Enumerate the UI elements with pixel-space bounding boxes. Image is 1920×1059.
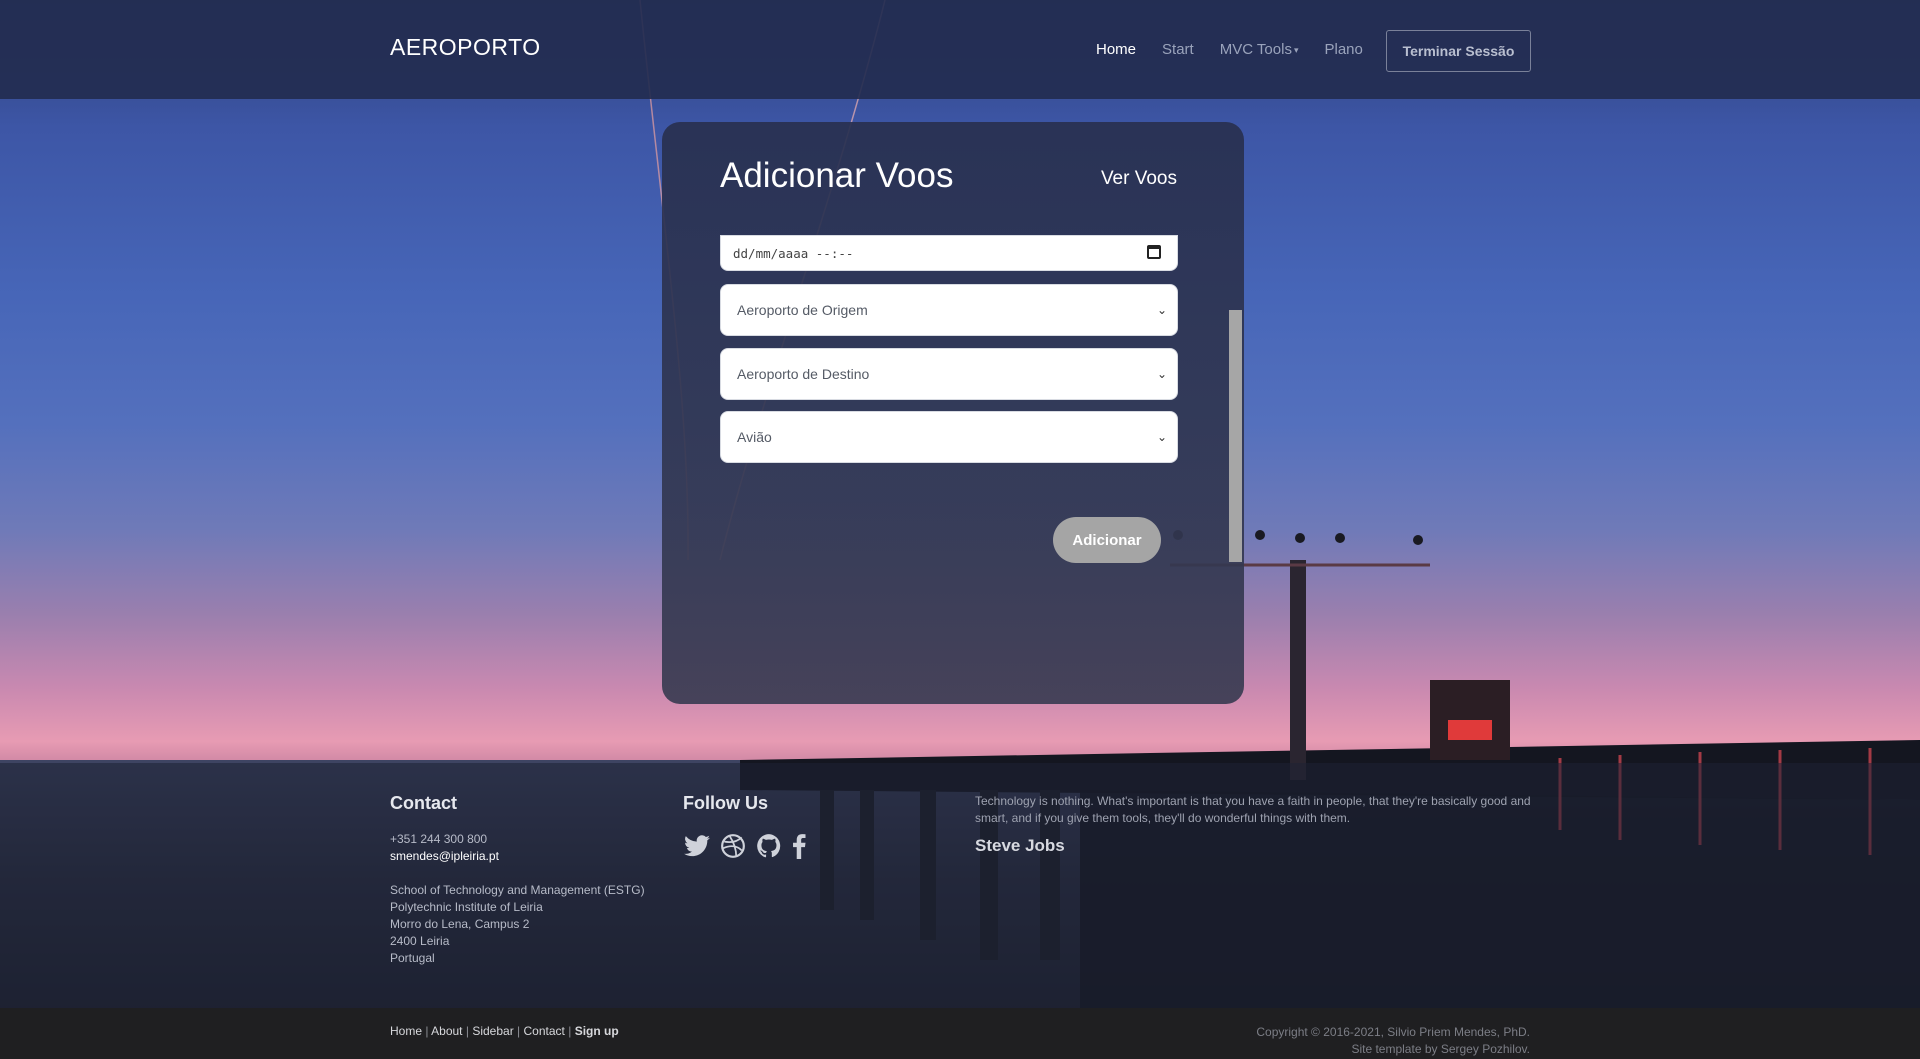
quote-author: Steve Jobs (975, 836, 1065, 855)
contact-info: +351 244 300 800 smendes@ipleiria.pt Sch… (390, 831, 645, 967)
separator: | (517, 1024, 521, 1038)
bottom-bar: Home | About | Sidebar | Contact | Sign … (0, 1008, 1920, 1059)
nav-plano[interactable]: Plano (1324, 41, 1362, 58)
template-credit: Site template by Sergey Pozhilov. (1351, 1042, 1530, 1056)
departure-datetime-input[interactable]: dd/mm/aaaa --:-- (720, 235, 1178, 271)
bottom-links: Home | About | Sidebar | Contact | Sign … (390, 1024, 619, 1038)
signup-label: Sign up (574, 1024, 619, 1038)
social-links (683, 832, 807, 860)
follow-heading: Follow Us (683, 793, 768, 813)
address-line: 2400 Leiria (390, 934, 450, 948)
separator: | (425, 1024, 429, 1038)
origin-airport-value: Aeroporto de Origem (737, 302, 868, 318)
nav-start[interactable]: Start (1162, 41, 1194, 58)
nav-links: Home Start MVC Tools ▾ Plano (1096, 41, 1389, 58)
plane-select[interactable]: Avião ⌄ (720, 411, 1178, 463)
footer-link-sidebar[interactable]: Sidebar (472, 1024, 513, 1038)
site-brand[interactable]: AEROPORTO (390, 34, 541, 61)
form-scroll-area: dd/mm/aaaa --:-- Aeroporto de Origem ⌄ A… (720, 235, 1178, 687)
footer-link-contact[interactable]: Contact (524, 1024, 565, 1038)
footer-link-home[interactable]: Home (390, 1024, 422, 1038)
chevron-down-icon: ⌄ (1156, 303, 1167, 317)
contact-heading: Contact (390, 793, 457, 813)
destination-airport-value: Aeroporto de Destino (737, 366, 870, 382)
top-navbar: AEROPORTO Home Start MVC Tools ▾ Plano Te… (0, 0, 1920, 99)
nav-mvc-tools[interactable]: MVC Tools ▾ (1220, 41, 1299, 58)
form-scrollbar[interactable] (1229, 310, 1242, 562)
address-line: Portugal (390, 951, 435, 965)
datetime-placeholder: dd/mm/aaaa --:-- (733, 245, 854, 261)
chevron-down-icon: ⌄ (1156, 367, 1167, 381)
facebook-icon[interactable] (791, 832, 807, 860)
page-title: Adicionar Voos (720, 156, 954, 195)
add-flight-card: Adicionar Voos Ver Voos dd/mm/aaaa --:--… (662, 122, 1244, 704)
github-icon[interactable] (755, 832, 783, 860)
footer-quote: Technology is nothing. What's important … (975, 794, 1531, 825)
nav-mvc-tools-label: MVC Tools (1219, 41, 1292, 58)
caret-down-icon: ▾ (1293, 44, 1299, 55)
twitter-icon[interactable] (683, 832, 711, 860)
footer-link-signup[interactable]: Sign up (575, 1024, 619, 1038)
destination-airport-select[interactable]: Aeroporto de Destino ⌄ (720, 348, 1178, 400)
separator: | (465, 1024, 469, 1038)
logout-button[interactable]: Terminar Sessão (1386, 30, 1531, 72)
address-line: Polytechnic Institute of Leiria (390, 900, 543, 914)
dribbble-icon[interactable] (719, 832, 747, 860)
footer (0, 763, 1920, 1008)
contact-email-link[interactable]: smendes@ipleiria.pt (390, 848, 645, 865)
add-button[interactable]: Adicionar (1053, 517, 1161, 563)
origin-airport-select[interactable]: Aeroporto de Origem ⌄ (720, 284, 1178, 336)
calendar-icon[interactable] (1147, 245, 1161, 259)
chevron-down-icon: ⌄ (1156, 430, 1167, 444)
plane-value: Avião (737, 429, 772, 445)
address-line: Morro do Lena, Campus 2 (390, 917, 530, 931)
view-flights-link[interactable]: Ver Voos (1101, 168, 1177, 190)
address-line: School of Technology and Management (EST… (390, 883, 645, 897)
separator: | (568, 1024, 572, 1038)
footer-link-about[interactable]: About (431, 1024, 462, 1038)
copyright: Copyright © 2016-2021, Silvio Priem Mend… (1256, 1024, 1530, 1058)
nav-home[interactable]: Home (1096, 41, 1136, 58)
copyright-text: Copyright © 2016-2021, Silvio Priem Mend… (1256, 1025, 1530, 1039)
contact-phone: +351 244 300 800 (390, 832, 488, 846)
